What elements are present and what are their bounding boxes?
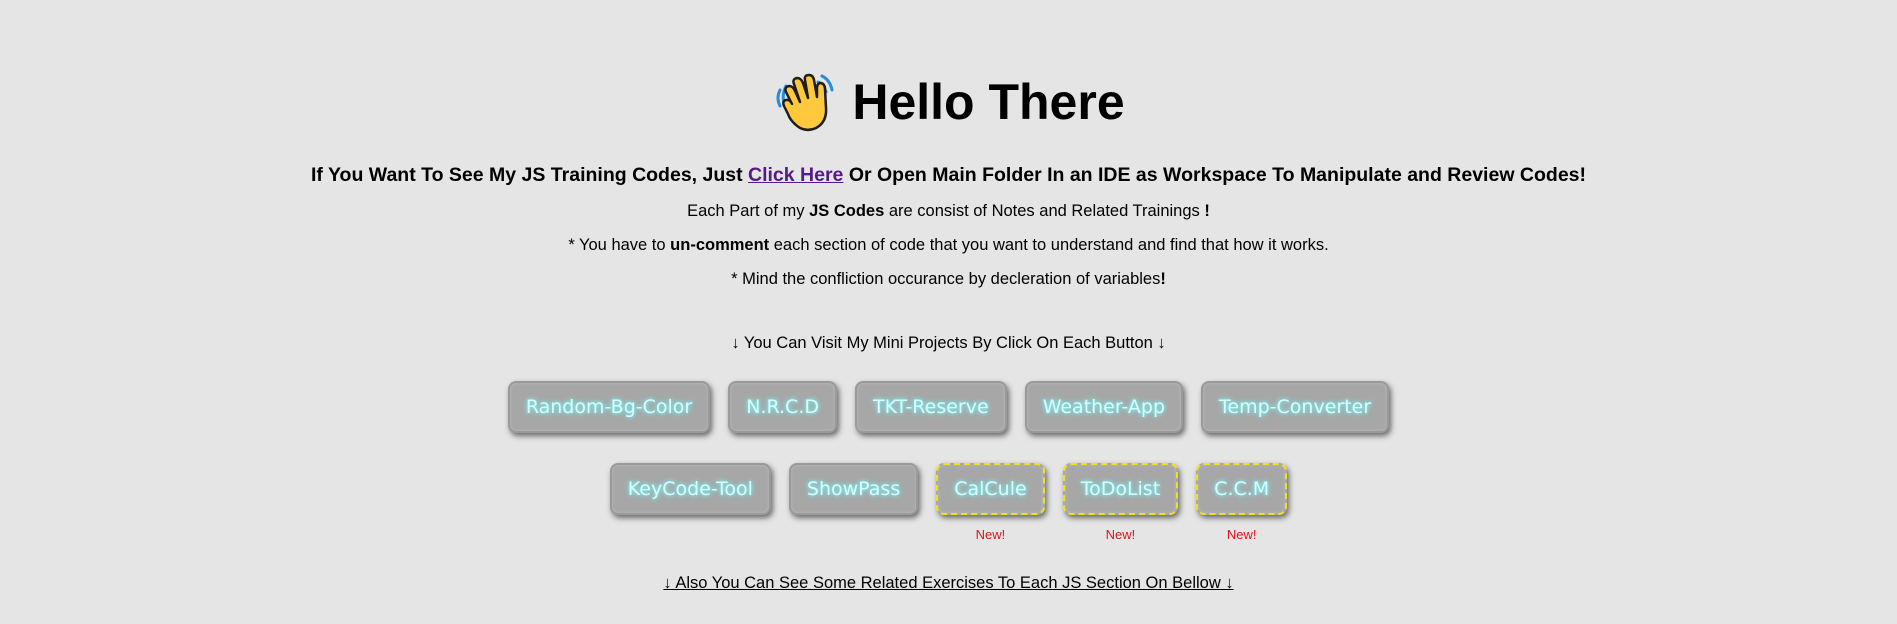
intro-text: If You Want To See My JS Training Codes,… bbox=[0, 164, 1897, 187]
project-button-nrcd[interactable]: N.R.C.D bbox=[728, 381, 837, 433]
intro-before: If You Want To See My JS Training Codes,… bbox=[311, 164, 749, 186]
note-3-text-a: * Mind the confliction occurance by decl… bbox=[731, 270, 1161, 288]
projects-row-2: KeyCode-Tool ShowPass CalCule New! ToDoL… bbox=[0, 463, 1897, 542]
project-button-tkt-reserve[interactable]: TKT-Reserve bbox=[855, 381, 1007, 433]
project-label-todolist: ToDoList bbox=[1080, 478, 1161, 500]
project-button-weather-app[interactable]: Weather-App bbox=[1024, 381, 1184, 433]
project-button-random-bg-color[interactable]: Random-Bg-Color bbox=[507, 381, 711, 433]
note-line-1: Each Part of my JS Codes are consist of … bbox=[0, 202, 1897, 221]
waving-hand-icon bbox=[772, 70, 836, 134]
new-badge: New! bbox=[1105, 527, 1136, 542]
project-label-calcule: CalCule bbox=[954, 478, 1027, 500]
projects-row-1: Random-Bg-Color N.R.C.D TKT-Reserve Weat… bbox=[0, 381, 1897, 433]
project-button-ccm[interactable]: C.C.M New! bbox=[1196, 463, 1288, 542]
header: Hello There bbox=[0, 70, 1897, 134]
page-title: Hello There bbox=[852, 74, 1125, 130]
click-here-link[interactable]: Click Here bbox=[748, 164, 843, 186]
project-button-showpass[interactable]: ShowPass bbox=[788, 463, 919, 515]
exercises-section: ↓ Also You Can See Some Related Exercise… bbox=[0, 574, 1897, 593]
note-1-bold: JS Codes bbox=[809, 202, 885, 220]
project-button-keycode-tool[interactable]: KeyCode-Tool bbox=[609, 463, 771, 515]
project-label-ccm: C.C.M bbox=[1214, 478, 1270, 500]
note-3-exclaim: ! bbox=[1160, 270, 1166, 288]
note-line-3: * Mind the confliction occurance by decl… bbox=[0, 270, 1897, 289]
note-1-text-c: are consist of Notes and Related Trainin… bbox=[884, 202, 1205, 220]
intro-after: Or Open Main Folder In an IDE as Workspa… bbox=[843, 164, 1586, 186]
page: Hello There If You Want To See My JS Tra… bbox=[0, 0, 1897, 624]
note-1-text-a: Each Part of my bbox=[687, 202, 810, 220]
exercises-link[interactable]: ↓ Also You Can See Some Related Exercise… bbox=[663, 574, 1233, 592]
note-1-exclaim: ! bbox=[1204, 202, 1210, 220]
projects-heading: ↓ You Can Visit My Mini Projects By Clic… bbox=[731, 334, 1166, 352]
new-badge: New! bbox=[975, 527, 1006, 542]
note-2-text-a: * You have to bbox=[568, 236, 671, 254]
note-2-text-c: each section of code that you want to un… bbox=[769, 236, 1329, 254]
project-button-calcule[interactable]: CalCule New! bbox=[936, 463, 1045, 542]
note-line-2: * You have to un-comment each section of… bbox=[0, 236, 1897, 255]
note-2-bold: un-comment bbox=[670, 236, 770, 254]
project-button-temp-converter[interactable]: Temp-Converter bbox=[1201, 381, 1390, 433]
new-badge: New! bbox=[1226, 527, 1257, 542]
project-button-todolist[interactable]: ToDoList New! bbox=[1062, 463, 1179, 542]
